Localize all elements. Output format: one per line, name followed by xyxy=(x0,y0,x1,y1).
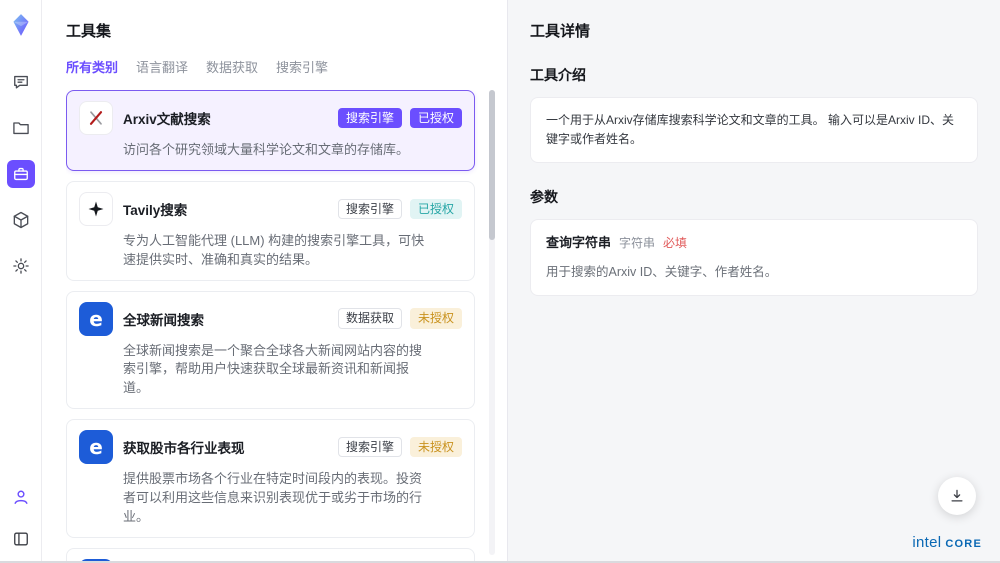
app-window: 工具集 所有类别 语言翻译 数据获取 搜索引擎 Arxiv文献搜索 xyxy=(0,0,1000,563)
settings-gear-icon[interactable] xyxy=(7,252,35,280)
details-title: 工具详情 xyxy=(530,20,978,41)
user-icon[interactable] xyxy=(7,483,35,511)
download-button[interactable] xyxy=(938,477,976,515)
page-title: 工具集 xyxy=(66,20,507,41)
tool-title: 获取股市各行业表现 xyxy=(123,437,245,457)
auth-badge: 已授权 xyxy=(410,108,462,128)
param-card: 查询字符串 字符串 必填 用于搜索的Arxiv ID、关键字、作者姓名。 xyxy=(530,219,978,296)
folder-icon[interactable] xyxy=(7,114,35,142)
tool-title: Arxiv文献搜索 xyxy=(123,108,211,128)
auth-badge: 未授权 xyxy=(410,437,462,457)
tool-title: 全球新闻搜索 xyxy=(123,309,204,329)
intro-heading: 工具介绍 xyxy=(530,65,978,85)
news-logo-icon: e xyxy=(79,559,113,561)
tab-all-categories[interactable]: 所有类别 xyxy=(66,57,118,76)
tool-description: 全球新闻搜索是一个聚合全球各大新闻网站内容的搜索引擎，帮助用户快速获取全球最新资… xyxy=(123,342,425,399)
sparkle-icon xyxy=(79,192,113,226)
tool-card-tavily[interactable]: Tavily搜索 搜索引擎 已授权 专为人工智能代理 (LLM) 构建的搜索引擎… xyxy=(66,181,475,281)
news-logo-icon: e xyxy=(79,302,113,336)
details-panel: 工具详情 工具介绍 一个用于从Arxiv存储库搜索科学论文和文章的工具。 输入可… xyxy=(508,0,1000,561)
tab-translation[interactable]: 语言翻译 xyxy=(136,57,188,76)
download-icon xyxy=(948,487,966,505)
param-name: 查询字符串 xyxy=(546,233,611,254)
tab-search-engine[interactable]: 搜索引擎 xyxy=(276,57,328,76)
tool-description: 专为人工智能代理 (LLM) 构建的搜索引擎工具，可快速提供实时、准确和真实的结… xyxy=(123,232,425,270)
news-logo-icon: e xyxy=(79,430,113,464)
auth-badge: 未授权 xyxy=(410,308,462,328)
intel-core-text: CORE xyxy=(945,538,982,550)
plugins-cube-icon[interactable] xyxy=(7,206,35,234)
param-type: 字符串 xyxy=(619,234,655,253)
tool-list: Arxiv文献搜索 搜索引擎 已授权 访问各个研究领域大量科学论文和文章的存储库… xyxy=(66,90,507,561)
category-badge: 搜索引擎 xyxy=(338,437,402,457)
panel-toggle-icon[interactable] xyxy=(7,525,35,553)
rail-nav xyxy=(7,68,35,280)
tab-data-fetch[interactable]: 数据获取 xyxy=(206,57,258,76)
category-badge: 搜索引擎 xyxy=(338,108,402,128)
icon-rail xyxy=(0,0,42,561)
tools-briefcase-icon[interactable] xyxy=(7,160,35,188)
tool-card-most-active-stocks[interactable]: e 获取市场最活跃股票信息 搜索引擎 未授权 提供当天交易量最高的股票列表，投资… xyxy=(66,548,475,561)
param-required-badge: 必填 xyxy=(663,234,687,253)
tool-card-global-news[interactable]: e 全球新闻搜索 数据获取 未授权 全球新闻搜索是一个聚合全球各大新闻网站内容的… xyxy=(66,291,475,410)
auth-badge: 已授权 xyxy=(410,199,462,219)
tool-card-arxiv[interactable]: Arxiv文献搜索 搜索引擎 已授权 访问各个研究领域大量科学论文和文章的存储库… xyxy=(66,90,475,171)
chat-icon[interactable] xyxy=(7,68,35,96)
intro-card: 一个用于从Arxiv存储库搜索科学论文和文章的工具。 输入可以是Arxiv ID… xyxy=(530,97,978,163)
tool-card-sector-performance[interactable]: e 获取股市各行业表现 搜索引擎 未授权 提供股票市场各个行业在特定时间段内的表… xyxy=(66,419,475,538)
news-glyph: e xyxy=(89,307,103,331)
param-description: 用于搜索的Arxiv ID、关键字、作者姓名。 xyxy=(546,262,962,282)
intel-core-logo: intel CORE xyxy=(912,534,982,551)
app-logo-icon xyxy=(8,12,34,38)
tools-panel: 工具集 所有类别 语言翻译 数据获取 搜索引擎 Arxiv文献搜索 xyxy=(42,0,508,561)
category-badge: 数据获取 xyxy=(338,308,402,328)
tool-title: Tavily搜索 xyxy=(123,199,187,219)
scrollbar-thumb[interactable] xyxy=(489,90,495,240)
tool-description: 访问各个研究领域大量科学论文和文章的存储库。 xyxy=(123,141,425,160)
category-badge: 搜索引擎 xyxy=(338,199,402,219)
rail-bottom xyxy=(7,483,35,553)
category-tabs: 所有类别 语言翻译 数据获取 搜索引擎 xyxy=(66,57,507,76)
tool-description: 提供股票市场各个行业在特定时间段内的表现。投资者可以利用这些信息来识别表现优于或… xyxy=(123,470,425,527)
intel-brand-text: intel xyxy=(912,534,941,551)
params-heading: 参数 xyxy=(530,187,978,207)
news-glyph: e xyxy=(89,435,103,459)
arxiv-icon xyxy=(79,101,113,135)
